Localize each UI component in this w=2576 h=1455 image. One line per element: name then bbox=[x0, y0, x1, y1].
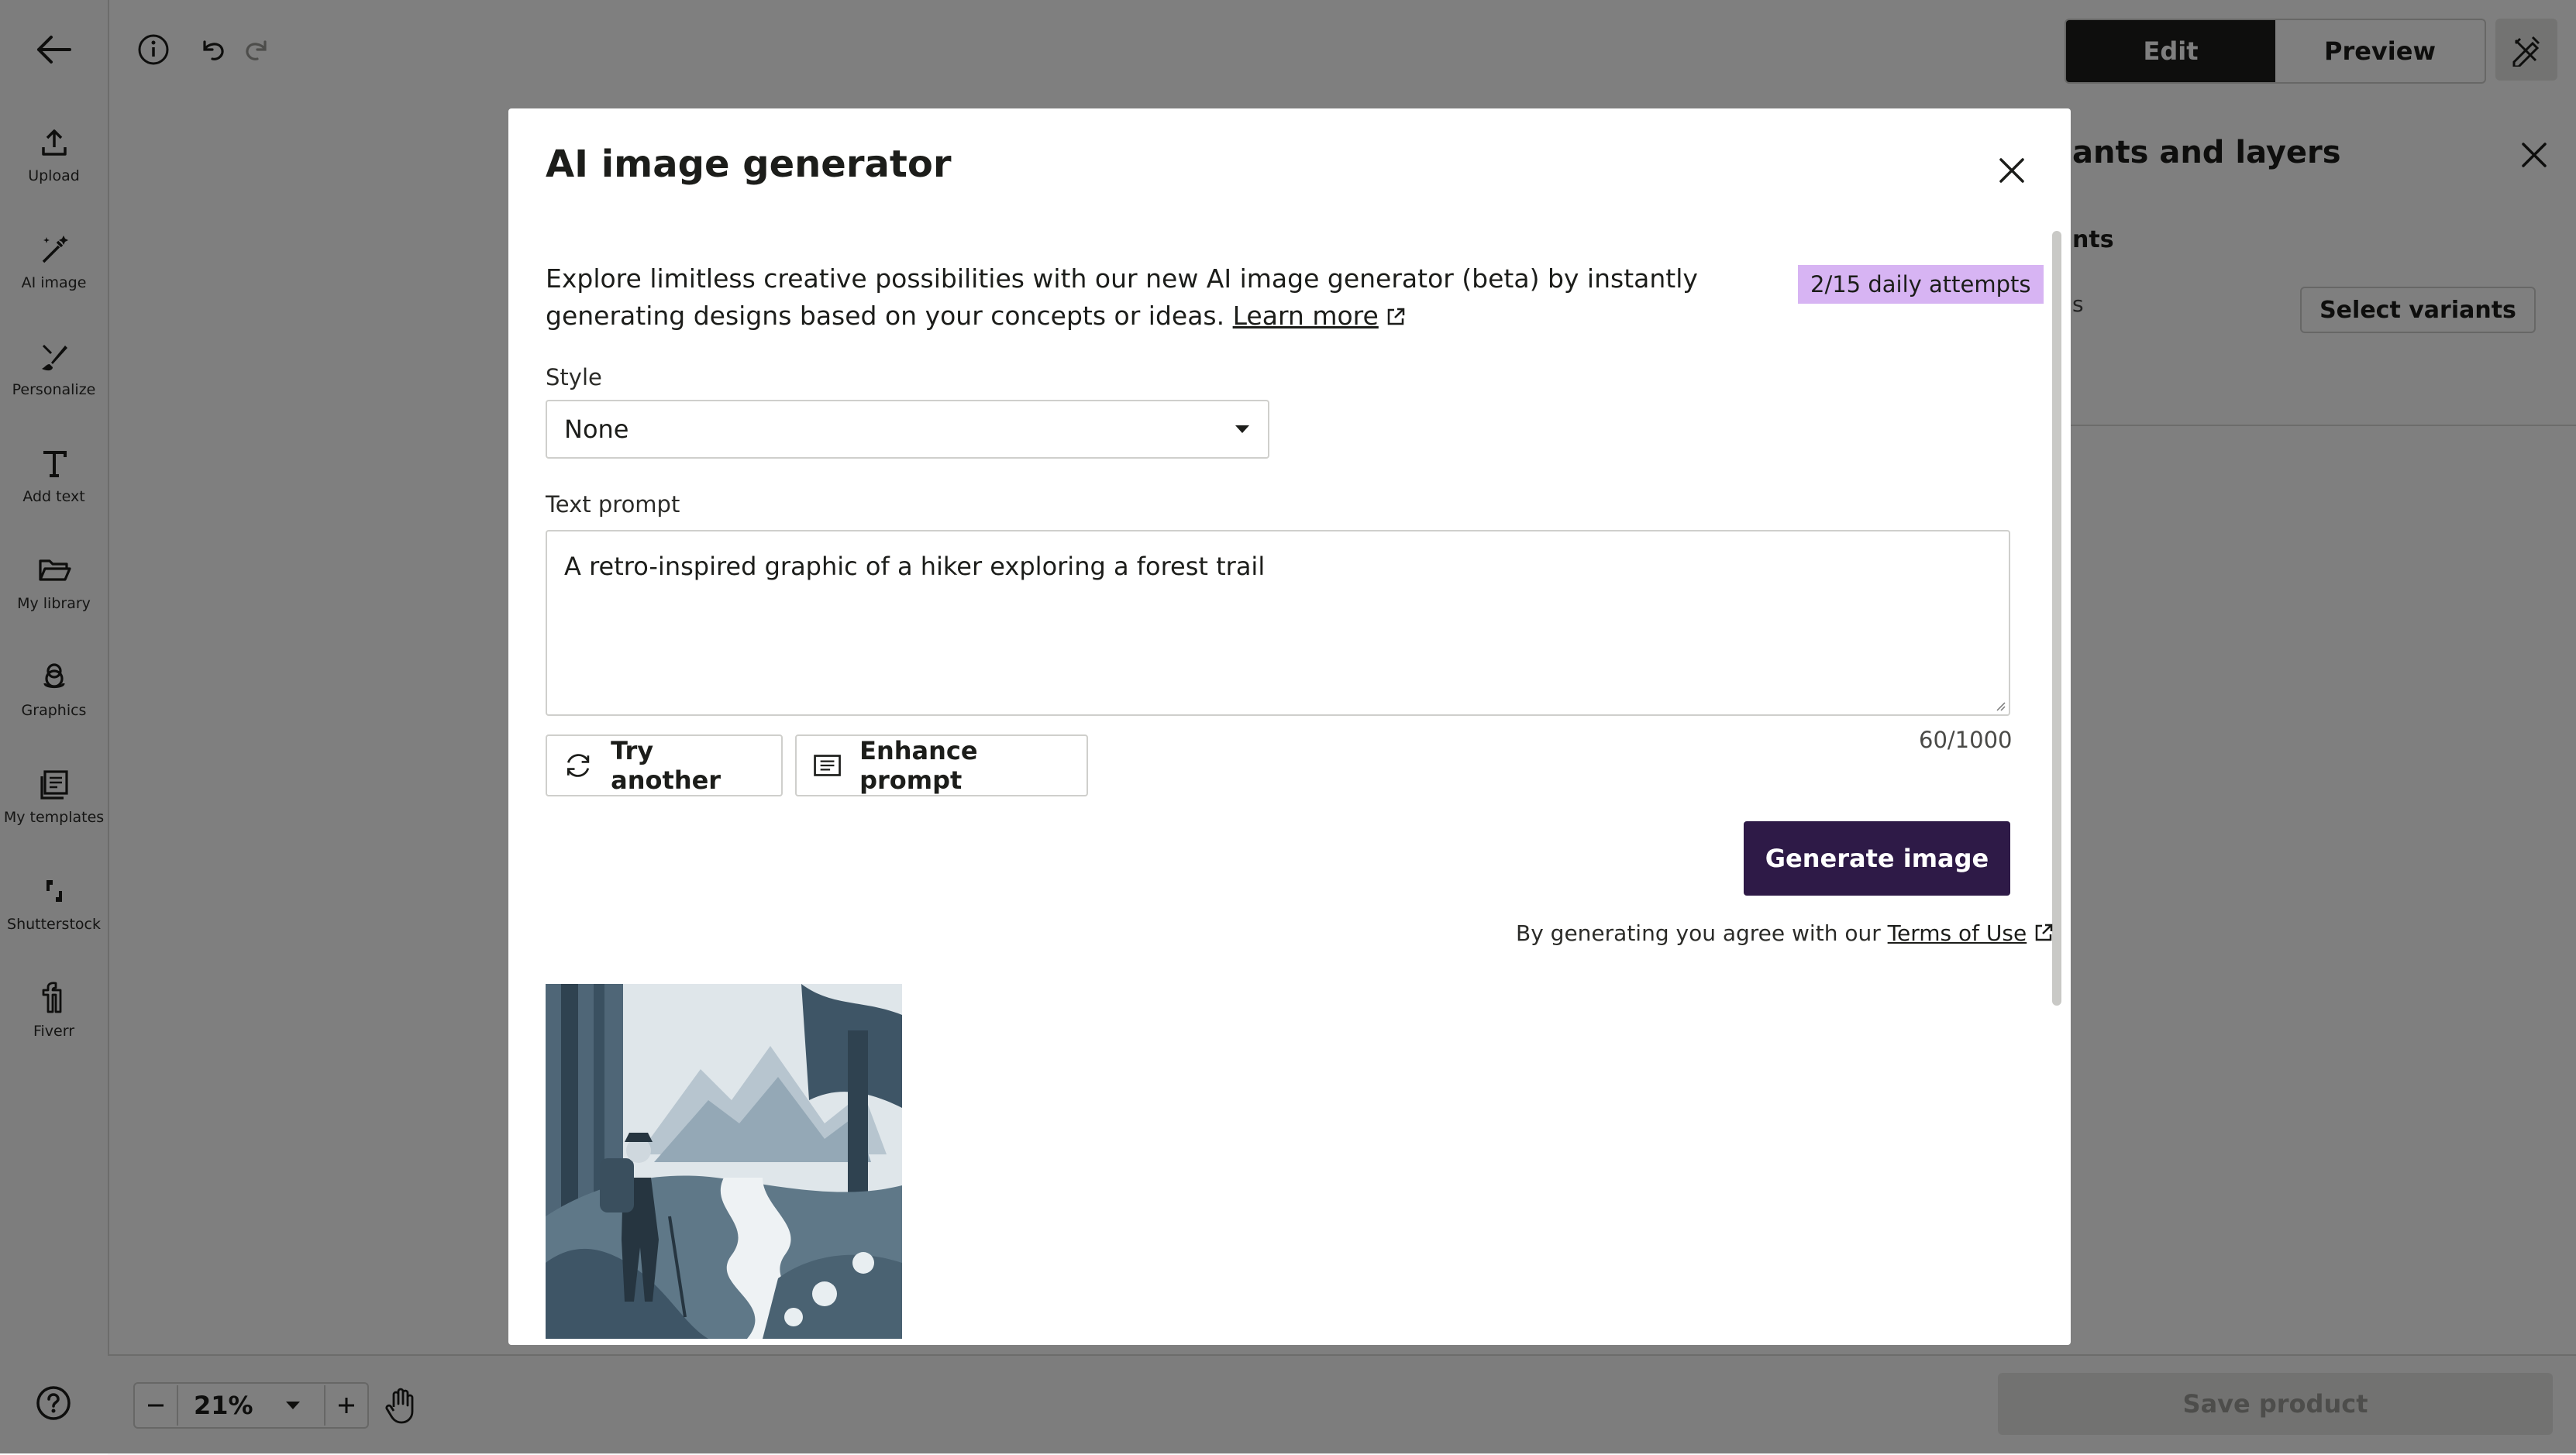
ai-image-generator-dialog: AI image generator Explore limitless cre… bbox=[508, 108, 2071, 1345]
text-prompt-input[interactable]: A retro-inspired graphic of a hiker expl… bbox=[546, 530, 2010, 716]
learn-more-label: Learn more bbox=[1232, 301, 1379, 331]
hiker-forest-illustration bbox=[546, 984, 902, 1339]
scrollbar-thumb[interactable] bbox=[2052, 231, 2061, 1006]
document-lines-icon bbox=[814, 755, 841, 776]
generated-image[interactable] bbox=[546, 984, 902, 1339]
terms-notice: By generating you agree with our Terms o… bbox=[1516, 920, 2053, 946]
prompt-value: A retro-inspired graphic of a hiker expl… bbox=[564, 552, 1266, 581]
daily-attempts-badge: 2/15 daily attempts bbox=[1798, 265, 2044, 304]
external-link-icon bbox=[1387, 308, 1405, 325]
try-another-label: Try another bbox=[611, 736, 721, 795]
intro-text: Explore limitless creative possibilities… bbox=[546, 263, 1698, 331]
terms-prefix: By generating you agree with our bbox=[1516, 920, 1881, 946]
generate-image-button[interactable]: Generate image bbox=[1744, 821, 2010, 896]
style-select[interactable]: None bbox=[546, 400, 1269, 459]
enhance-prompt-label: Enhance prompt bbox=[859, 736, 978, 795]
text-prompt-label: Text prompt bbox=[546, 491, 680, 518]
terms-of-use-link[interactable]: Terms of Use bbox=[1888, 920, 2027, 946]
close-icon[interactable] bbox=[1995, 153, 2029, 187]
caret-down-icon bbox=[1235, 425, 1249, 433]
try-another-button[interactable]: Try another bbox=[546, 734, 783, 796]
terms-link-label: Terms of Use bbox=[1887, 920, 2027, 946]
style-label: Style bbox=[546, 364, 602, 390]
learn-more-link[interactable]: Learn more bbox=[1233, 301, 1379, 331]
character-count: 60/1000 bbox=[1919, 727, 2013, 753]
style-value: None bbox=[564, 414, 629, 444]
enhance-prompt-button[interactable]: Enhance prompt bbox=[795, 734, 1088, 796]
dialog-title: AI image generator bbox=[546, 143, 952, 186]
external-link-icon bbox=[2035, 924, 2053, 941]
resize-grip-icon[interactable] bbox=[1993, 699, 2006, 711]
refresh-icon bbox=[567, 754, 590, 777]
dialog-intro: Explore limitless creative possibilities… bbox=[546, 260, 1724, 335]
